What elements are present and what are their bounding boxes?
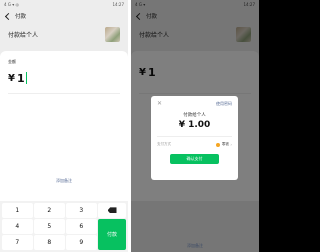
chevron-right-icon: ›: [230, 142, 232, 147]
status-bar: 4 G ▾ ◎ 14:27: [0, 0, 128, 9]
payment-method-value: 零钱: [221, 142, 229, 146]
key-2[interactable]: 2: [34, 203, 65, 218]
key-5[interactable]: 5: [34, 219, 65, 234]
payee-name: 付款给个人: [8, 32, 39, 39]
add-remark-link[interactable]: 添加备注: [131, 243, 259, 249]
amount-label: 金额: [8, 59, 16, 64]
status-time: 14:27: [112, 2, 124, 7]
numeric-keypad: 1 2 3 4 5 6 付款 7 8 9: [0, 201, 128, 252]
payment-input-screen: 4 G ▾ ◎ 14:27 付款 付款给个人 金额 ¥ 1 添加备注 1 2 3…: [0, 0, 128, 252]
close-icon[interactable]: ✕: [157, 101, 162, 107]
amount-input[interactable]: ¥ 1: [8, 71, 120, 85]
key-4[interactable]: 4: [2, 219, 33, 234]
dialog-divider: [157, 136, 232, 137]
payment-confirm-screen: 4 G ▾ 14:27 付款 付款给个人 ¥ 1 ✕ 使用密码 付款给个人 ¥ …: [131, 0, 259, 252]
add-remark-link[interactable]: 添加备注: [0, 178, 128, 184]
key-8[interactable]: 8: [34, 235, 65, 250]
amount-underline: [8, 93, 120, 94]
wallet-coin-icon: [216, 142, 221, 147]
payment-method-row[interactable]: 支付方式 零钱 ›: [157, 142, 232, 147]
text-cursor: [25, 72, 27, 84]
key-9[interactable]: 9: [66, 235, 97, 250]
dialog-payee: 付款给个人: [183, 113, 206, 118]
amount-card: 金额 ¥ 1 添加备注: [0, 51, 128, 201]
key-1[interactable]: 1: [2, 203, 33, 218]
key-6[interactable]: 6: [66, 219, 97, 234]
dialog-amount: ¥ 1.00: [178, 120, 211, 130]
key-3[interactable]: 3: [66, 203, 97, 218]
confirm-pay-button[interactable]: 确认支付: [170, 154, 219, 164]
carrier-text: 4 G ▾ ◎: [4, 2, 19, 7]
delete-key[interactable]: [98, 203, 126, 218]
backspace-icon: [107, 207, 117, 214]
key-7[interactable]: 7: [2, 235, 33, 250]
payment-confirm-dialog: ✕ 使用密码 付款给个人 ¥ 1.00 支付方式 零钱 › 确认支付: [151, 96, 238, 180]
pay-button[interactable]: 付款: [98, 219, 126, 250]
nav-bar: 付款: [0, 9, 128, 23]
back-arrow-icon[interactable]: [4, 13, 11, 20]
use-password-link[interactable]: 使用密码: [216, 101, 232, 107]
currency-symbol: ¥: [8, 72, 15, 84]
avatar: [105, 27, 120, 42]
payee-header: 付款给个人: [0, 23, 128, 51]
page-title: 付款: [15, 14, 27, 20]
payment-method-label: 支付方式: [157, 142, 171, 146]
amount-value: 1: [16, 71, 25, 85]
